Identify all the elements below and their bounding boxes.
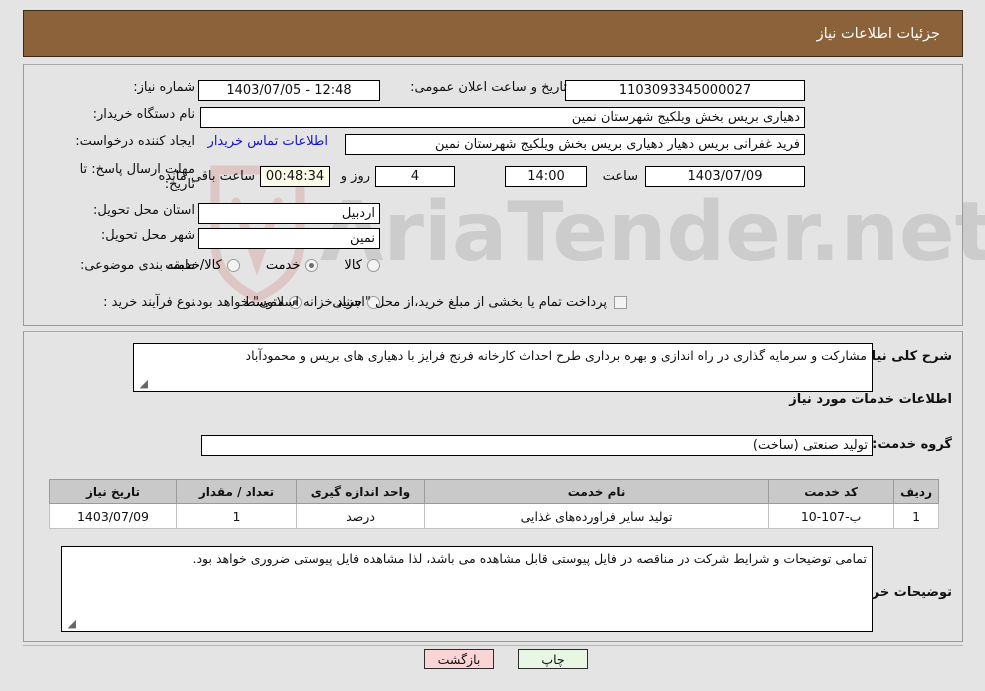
buyer-notes-value: تمامی توضیحات و شرایط شرکت در مناقصه در … <box>192 551 868 566</box>
category-option-kala[interactable]: کالا <box>344 258 380 273</box>
resize-grip-icon[interactable]: ◢ <box>136 378 148 390</box>
back-button[interactable]: بازگشت <box>424 649 494 669</box>
requester-value: فرید غفرانی بریس دهیار دهیاری بریس بخش و… <box>345 134 805 155</box>
radio-icon[interactable] <box>305 259 319 272</box>
service-group-label-wrap: گروه خدمت: <box>872 437 952 452</box>
print-button[interactable]: چاپ <box>518 649 588 669</box>
treasury-bonds-text: پرداخت تمام یا بخشی از مبلغ خرید،از محل … <box>192 295 607 310</box>
city-value: نمین <box>198 228 380 249</box>
page-root: AriaTender.net جزئیات اطلاعات نیاز شماره… <box>0 0 985 691</box>
category-option-label: کالا/خدمت <box>165 258 222 273</box>
radio-icon[interactable] <box>367 259 380 272</box>
countdown-timer: 00:48:34 <box>260 166 330 187</box>
category-option-kala-khedmat[interactable]: کالا/خدمت <box>165 258 240 273</box>
deadline-hour-value: 14:00 <box>505 166 587 187</box>
checkbox-icon[interactable] <box>614 296 627 309</box>
buyer-contact-link[interactable]: اطلاعات تماس خریدار <box>208 134 328 149</box>
countdown-label: ساعت باقی مانده <box>158 169 255 184</box>
province-value: اردبیل <box>198 203 380 224</box>
service-group-value: تولید صنعتی (ساخت) <box>201 435 873 456</box>
footer-divider <box>23 645 963 646</box>
category-radio-group[interactable]: کالا خدمت کالا/خدمت <box>165 258 380 273</box>
deadline-hour-label: ساعت <box>602 169 638 184</box>
description-textarea[interactable]: مشارکت و سرمایه گذاری در راه اندازی و به… <box>133 343 873 392</box>
announce-label-wrap: تاریخ و ساعت اعلان عمومی: <box>410 80 567 95</box>
services-section-title: اطلاعات خدمات مورد نیاز <box>789 392 952 407</box>
category-option-label: کالا <box>344 258 362 273</box>
need-number-value: 1103093345000027 <box>565 80 805 101</box>
announce-date-value: 12:48 - 1403/07/05 <box>198 80 380 101</box>
description-value: مشارکت و سرمایه گذاری در راه اندازی و به… <box>245 348 867 363</box>
category-option-label: خدمت <box>265 258 301 273</box>
category-option-khedmat[interactable]: خدمت <box>266 258 319 273</box>
countdown-label-wrap: ساعت باقی مانده <box>159 166 255 187</box>
buyer-org-value: دهیاری بریس بخش ویلکیج شهرستان نمین <box>200 107 805 128</box>
days-sep-label-wrap: روز و <box>341 166 370 187</box>
service-group-label: گروه خدمت: <box>872 437 952 452</box>
treasury-bonds-row[interactable]: پرداخت تمام یا بخشی از مبلغ خرید،از محل … <box>192 295 627 310</box>
buyer-notes-textarea[interactable]: تمامی توضیحات و شرایط شرکت در مناقصه در … <box>61 546 873 632</box>
need-info-panel <box>23 64 963 326</box>
announce-date-label: تاریخ و ساعت اعلان عمومی: <box>410 80 567 95</box>
services-section-title-wrap: اطلاعات خدمات مورد نیاز <box>789 392 952 407</box>
page-title: جزئیات اطلاعات نیاز <box>816 25 940 42</box>
deadline-date-value: 1403/07/09 <box>645 166 805 187</box>
page-header: جزئیات اطلاعات نیاز <box>23 10 963 57</box>
buyer-contact-link-wrap[interactable]: اطلاعات تماس خریدار <box>208 134 328 149</box>
deadline-hour-label-wrap: ساعت <box>603 166 638 187</box>
days-separator-label: روز و <box>340 169 370 184</box>
resize-grip-icon[interactable]: ◢ <box>64 618 76 630</box>
days-remaining-value: 4 <box>375 166 455 187</box>
radio-icon[interactable] <box>226 259 240 272</box>
